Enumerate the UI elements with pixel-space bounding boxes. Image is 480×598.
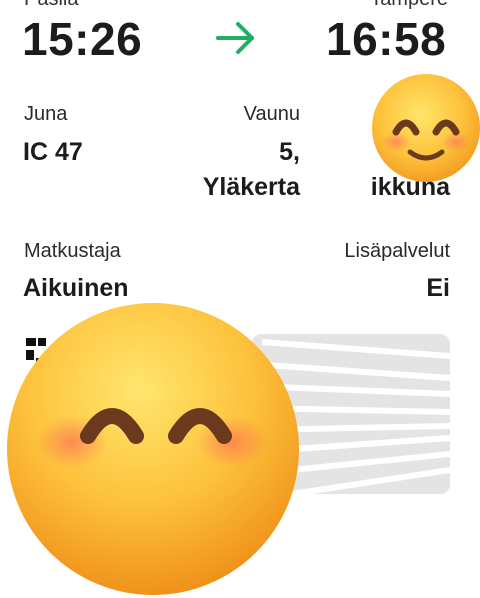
arrival-station-label: Tampere	[370, 0, 448, 11]
train-value: IC 47	[23, 138, 83, 166]
departure-station-label: Pasila	[24, 0, 78, 11]
car-value-deck: Yläkerta	[202, 173, 300, 201]
train-label: Juna	[24, 103, 68, 125]
smiling-face-emoji-small	[372, 74, 480, 182]
smiling-face-emoji-large	[7, 303, 299, 595]
car-value-number: 5,	[279, 138, 300, 166]
passenger-label: Matkustaja	[24, 240, 121, 262]
arrival-time: 16:58	[326, 13, 447, 65]
extras-label: Lisäpalvelut	[344, 240, 450, 262]
departure-time: 15:26	[22, 13, 143, 65]
car-label: Vaunu	[243, 103, 300, 125]
arrow-right-icon	[216, 22, 254, 54]
extras-value: Ei	[426, 274, 450, 302]
